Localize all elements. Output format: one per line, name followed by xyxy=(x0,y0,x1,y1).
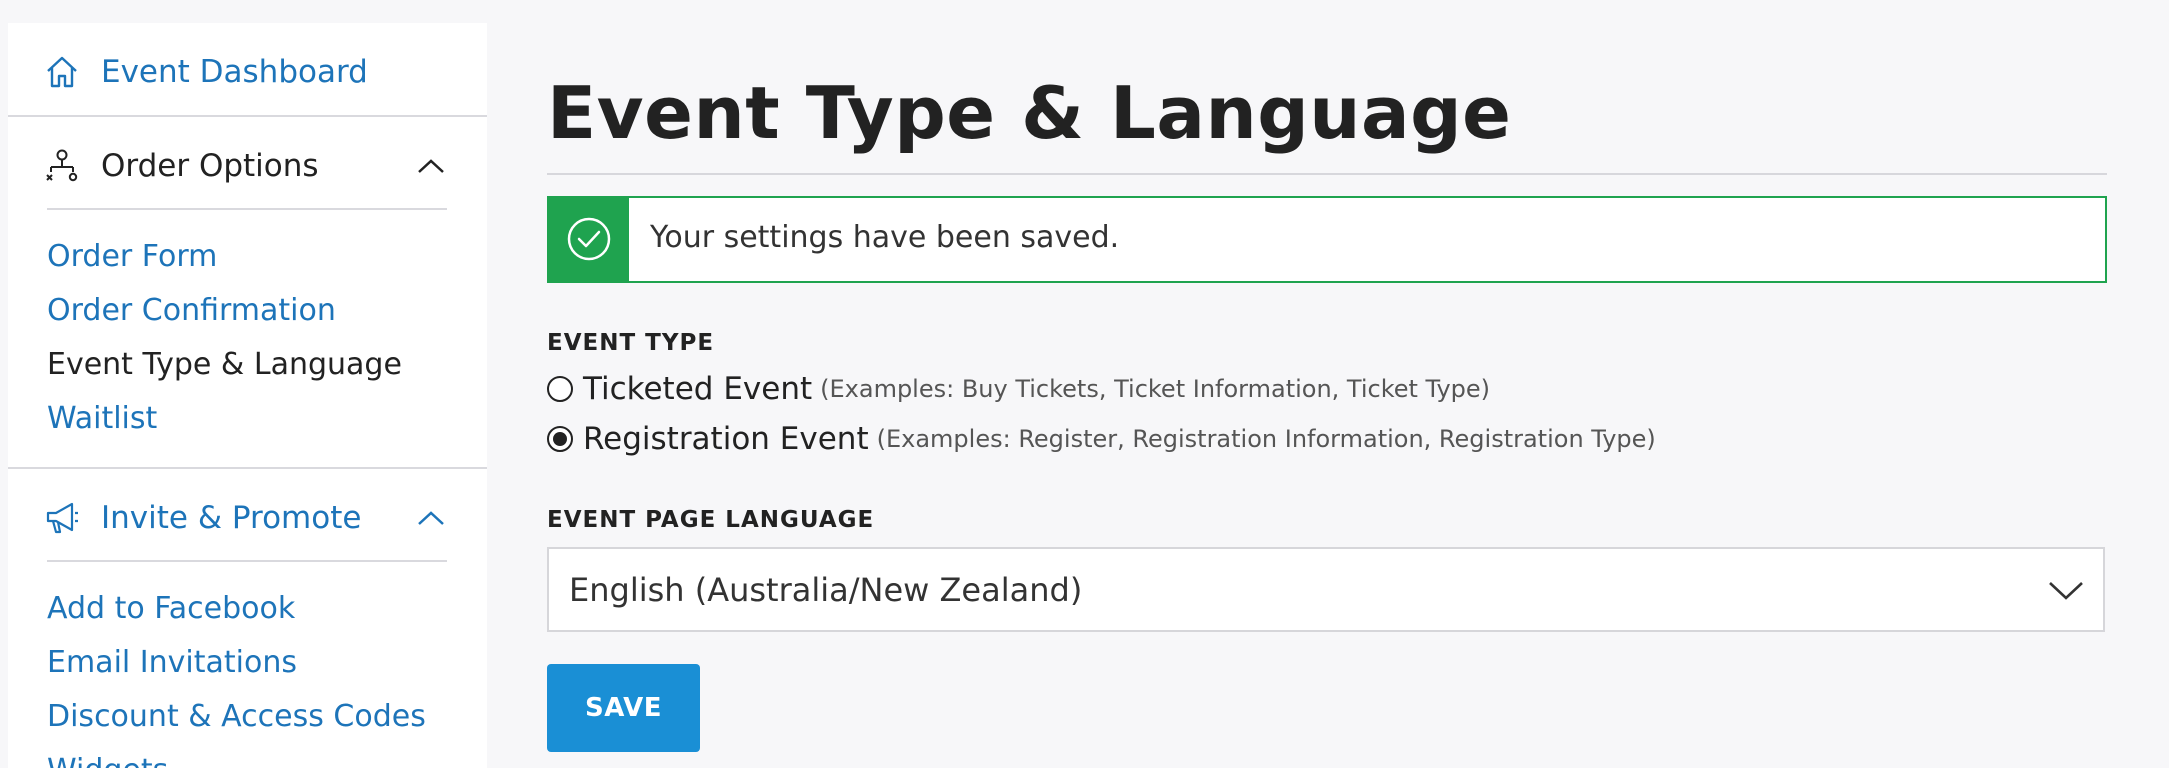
page-title: Event Type & Language xyxy=(547,71,1512,155)
divider xyxy=(47,208,447,210)
sidebar-section-order-options[interactable]: Order Options xyxy=(8,143,487,189)
sidebar-section-invite-promote[interactable]: Invite & Promote xyxy=(8,495,487,541)
radio-label: Registration Event xyxy=(583,421,869,457)
radio-button-selected[interactable] xyxy=(547,426,573,452)
sidebar-item-label: Event Dashboard xyxy=(101,54,368,90)
success-alert: Your settings have been saved. xyxy=(547,196,2107,283)
event-page-language-label: EVENT PAGE LANGUAGE xyxy=(547,507,875,533)
language-select[interactable]: English (Australia/New Zealand) xyxy=(547,547,2105,632)
sidebar-section-label: Invite & Promote xyxy=(101,500,362,536)
sidebar-item-waitlist[interactable]: Waitlist xyxy=(47,401,157,436)
check-circle-icon xyxy=(567,217,611,261)
sidebar-item-email-invitations[interactable]: Email Invitations xyxy=(47,645,297,680)
radio-hint: (Examples: Register, Registration Inform… xyxy=(876,425,1656,453)
radio-registration-event[interactable]: Registration Event (Examples: Register, … xyxy=(547,421,1656,457)
language-select-value: English (Australia/New Zealand) xyxy=(569,571,1083,609)
sidebar-item-widgets[interactable]: Widgets xyxy=(47,753,168,768)
divider xyxy=(8,115,487,117)
sidebar-item-order-confirmation[interactable]: Order Confirmation xyxy=(47,293,336,328)
radio-label: Ticketed Event xyxy=(583,371,813,407)
sidebar-item-event-dashboard[interactable]: Event Dashboard xyxy=(8,49,487,95)
megaphone-icon xyxy=(44,500,80,536)
sidebar-item-add-to-facebook[interactable]: Add to Facebook xyxy=(47,591,295,626)
event-type-label: EVENT TYPE xyxy=(547,330,715,356)
radio-hint: (Examples: Buy Tickets, Ticket Informati… xyxy=(820,375,1491,403)
save-button[interactable]: SAVE xyxy=(547,664,700,752)
alert-badge xyxy=(549,198,629,281)
chevron-up-icon[interactable] xyxy=(416,509,446,527)
sidebar-item-event-type-language[interactable]: Event Type & Language xyxy=(47,347,402,382)
radio-button[interactable] xyxy=(547,376,573,402)
radio-ticketed-event[interactable]: Ticketed Event (Examples: Buy Tickets, T… xyxy=(547,371,1490,407)
sidebar-item-order-form[interactable]: Order Form xyxy=(47,239,217,274)
sidebar-item-discount-access-codes[interactable]: Discount & Access Codes xyxy=(47,699,426,734)
sidebar: Event Dashboard Order Options Order Form… xyxy=(8,23,487,768)
chevron-down-icon xyxy=(2049,582,2083,600)
divider xyxy=(47,560,447,562)
divider xyxy=(8,467,487,469)
sidebar-section-label: Order Options xyxy=(101,148,319,184)
alert-message: Your settings have been saved. xyxy=(650,220,1120,255)
divider xyxy=(547,173,2107,175)
home-icon xyxy=(44,54,80,90)
org-chart-icon xyxy=(44,148,80,184)
chevron-up-icon[interactable] xyxy=(416,157,446,175)
